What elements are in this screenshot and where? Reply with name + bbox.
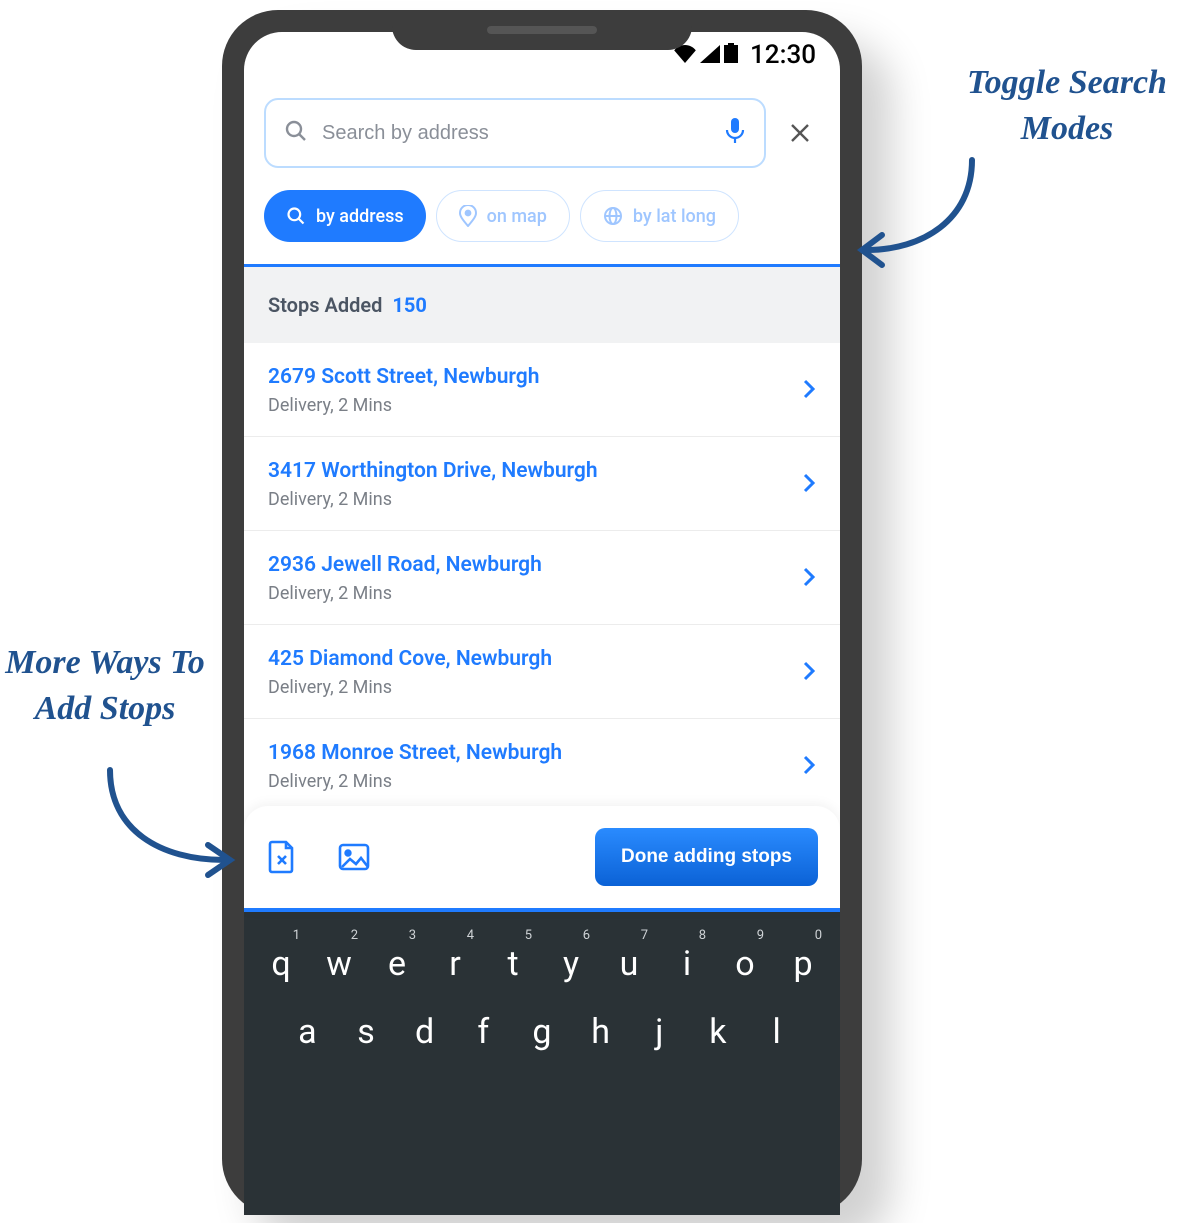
annotation-arrow-left [80, 760, 240, 894]
keyboard-key-f[interactable]: f [455, 1012, 511, 1052]
keyboard-key-o[interactable]: 9o [720, 944, 770, 984]
battery-icon [724, 40, 738, 70]
chevron-right-icon [802, 378, 816, 404]
chevron-right-icon [802, 472, 816, 498]
keyboard-key-j[interactable]: j [631, 1012, 687, 1052]
stops-added-header: Stops Added 150 [244, 267, 840, 343]
mode-by-latlong[interactable]: by lat long [580, 190, 739, 242]
cell-signal-icon [700, 40, 720, 70]
mode-by-address-label: by address [316, 206, 404, 227]
keyboard-key-h[interactable]: h [573, 1012, 629, 1052]
keyboard-key-y[interactable]: 6y [546, 944, 596, 984]
search-icon [284, 119, 308, 147]
phone-frame: 12:30 by address [222, 10, 862, 1215]
keyboard-key-e[interactable]: 3e [372, 944, 422, 984]
import-image-icon[interactable] [338, 841, 370, 873]
chevron-right-icon [802, 754, 816, 780]
keyboard-key-a[interactable]: a [279, 1012, 335, 1052]
stop-row[interactable]: 2936 Jewell Road, Newburgh Delivery, 2 M… [244, 531, 840, 625]
stop-subtext: Delivery, 2 Mins [268, 489, 598, 510]
stop-subtext: Delivery, 2 Mins [268, 677, 552, 698]
stops-list: 2679 Scott Street, Newburgh Delivery, 2 … [244, 343, 840, 812]
mode-by-latlong-label: by lat long [633, 206, 716, 227]
stop-address: 2936 Jewell Road, Newburgh [268, 553, 542, 577]
keyboard-key-l[interactable]: l [749, 1012, 805, 1052]
stop-address: 1968 Monroe Street, Newburgh [268, 741, 562, 765]
stops-added-label: Stops Added [268, 293, 382, 317]
stop-subtext: Delivery, 2 Mins [268, 395, 539, 416]
search-input[interactable] [322, 122, 710, 145]
keyboard-key-s[interactable]: s [338, 1012, 394, 1052]
annotation-toggle-search-modes: Toggle Search Modes [942, 60, 1192, 152]
done-adding-stops-button[interactable]: Done adding stops [595, 828, 818, 886]
keyboard-key-t[interactable]: 5t [488, 944, 538, 984]
import-file-icon[interactable] [266, 841, 298, 873]
bottom-action-bar: Done adding stops [244, 806, 840, 912]
stop-subtext: Delivery, 2 Mins [268, 771, 562, 792]
stop-row[interactable]: 1968 Monroe Street, Newburgh Delivery, 2… [244, 719, 840, 812]
mode-on-map[interactable]: on map [436, 190, 570, 242]
voice-icon[interactable] [724, 118, 746, 148]
mode-by-address[interactable]: by address [264, 190, 426, 242]
search-mode-toggle: by address on map by lat long [244, 168, 840, 264]
stop-subtext: Delivery, 2 Mins [268, 583, 542, 604]
stop-address: 425 Diamond Cove, Newburgh [268, 647, 552, 671]
status-time: 12:30 [750, 40, 816, 70]
mode-on-map-label: on map [487, 206, 547, 227]
chevron-right-icon [802, 660, 816, 686]
chevron-right-icon [802, 566, 816, 592]
stop-row[interactable]: 425 Diamond Cove, Newburgh Delivery, 2 M… [244, 625, 840, 719]
stop-address: 3417 Worthington Drive, Newburgh [268, 459, 598, 483]
keyboard-key-p[interactable]: 0p [778, 944, 828, 984]
on-screen-keyboard: 1q2w3e4r5t6y7u8i9o0p asdfghjkl [244, 912, 840, 1215]
phone-notch [392, 10, 692, 50]
keyboard-key-w[interactable]: 2w [314, 944, 364, 984]
keyboard-key-k[interactable]: k [690, 1012, 746, 1052]
status-icons [674, 40, 738, 70]
keyboard-key-g[interactable]: g [514, 1012, 570, 1052]
annotation-arrow-right [852, 150, 992, 284]
keyboard-key-i[interactable]: 8i [662, 944, 712, 984]
search-box[interactable] [264, 98, 766, 168]
close-icon[interactable] [780, 113, 820, 153]
stop-row[interactable]: 2679 Scott Street, Newburgh Delivery, 2 … [244, 343, 840, 437]
keyboard-key-d[interactable]: d [397, 1012, 453, 1052]
keyboard-key-u[interactable]: 7u [604, 944, 654, 984]
keyboard-key-q[interactable]: 1q [256, 944, 306, 984]
stop-address: 2679 Scott Street, Newburgh [268, 365, 539, 389]
annotation-more-ways: More Ways To Add Stops [0, 640, 210, 732]
phone-screen: 12:30 by address [244, 32, 840, 1215]
stop-row[interactable]: 3417 Worthington Drive, Newburgh Deliver… [244, 437, 840, 531]
keyboard-key-r[interactable]: 4r [430, 944, 480, 984]
stops-added-count: 150 [392, 293, 426, 317]
